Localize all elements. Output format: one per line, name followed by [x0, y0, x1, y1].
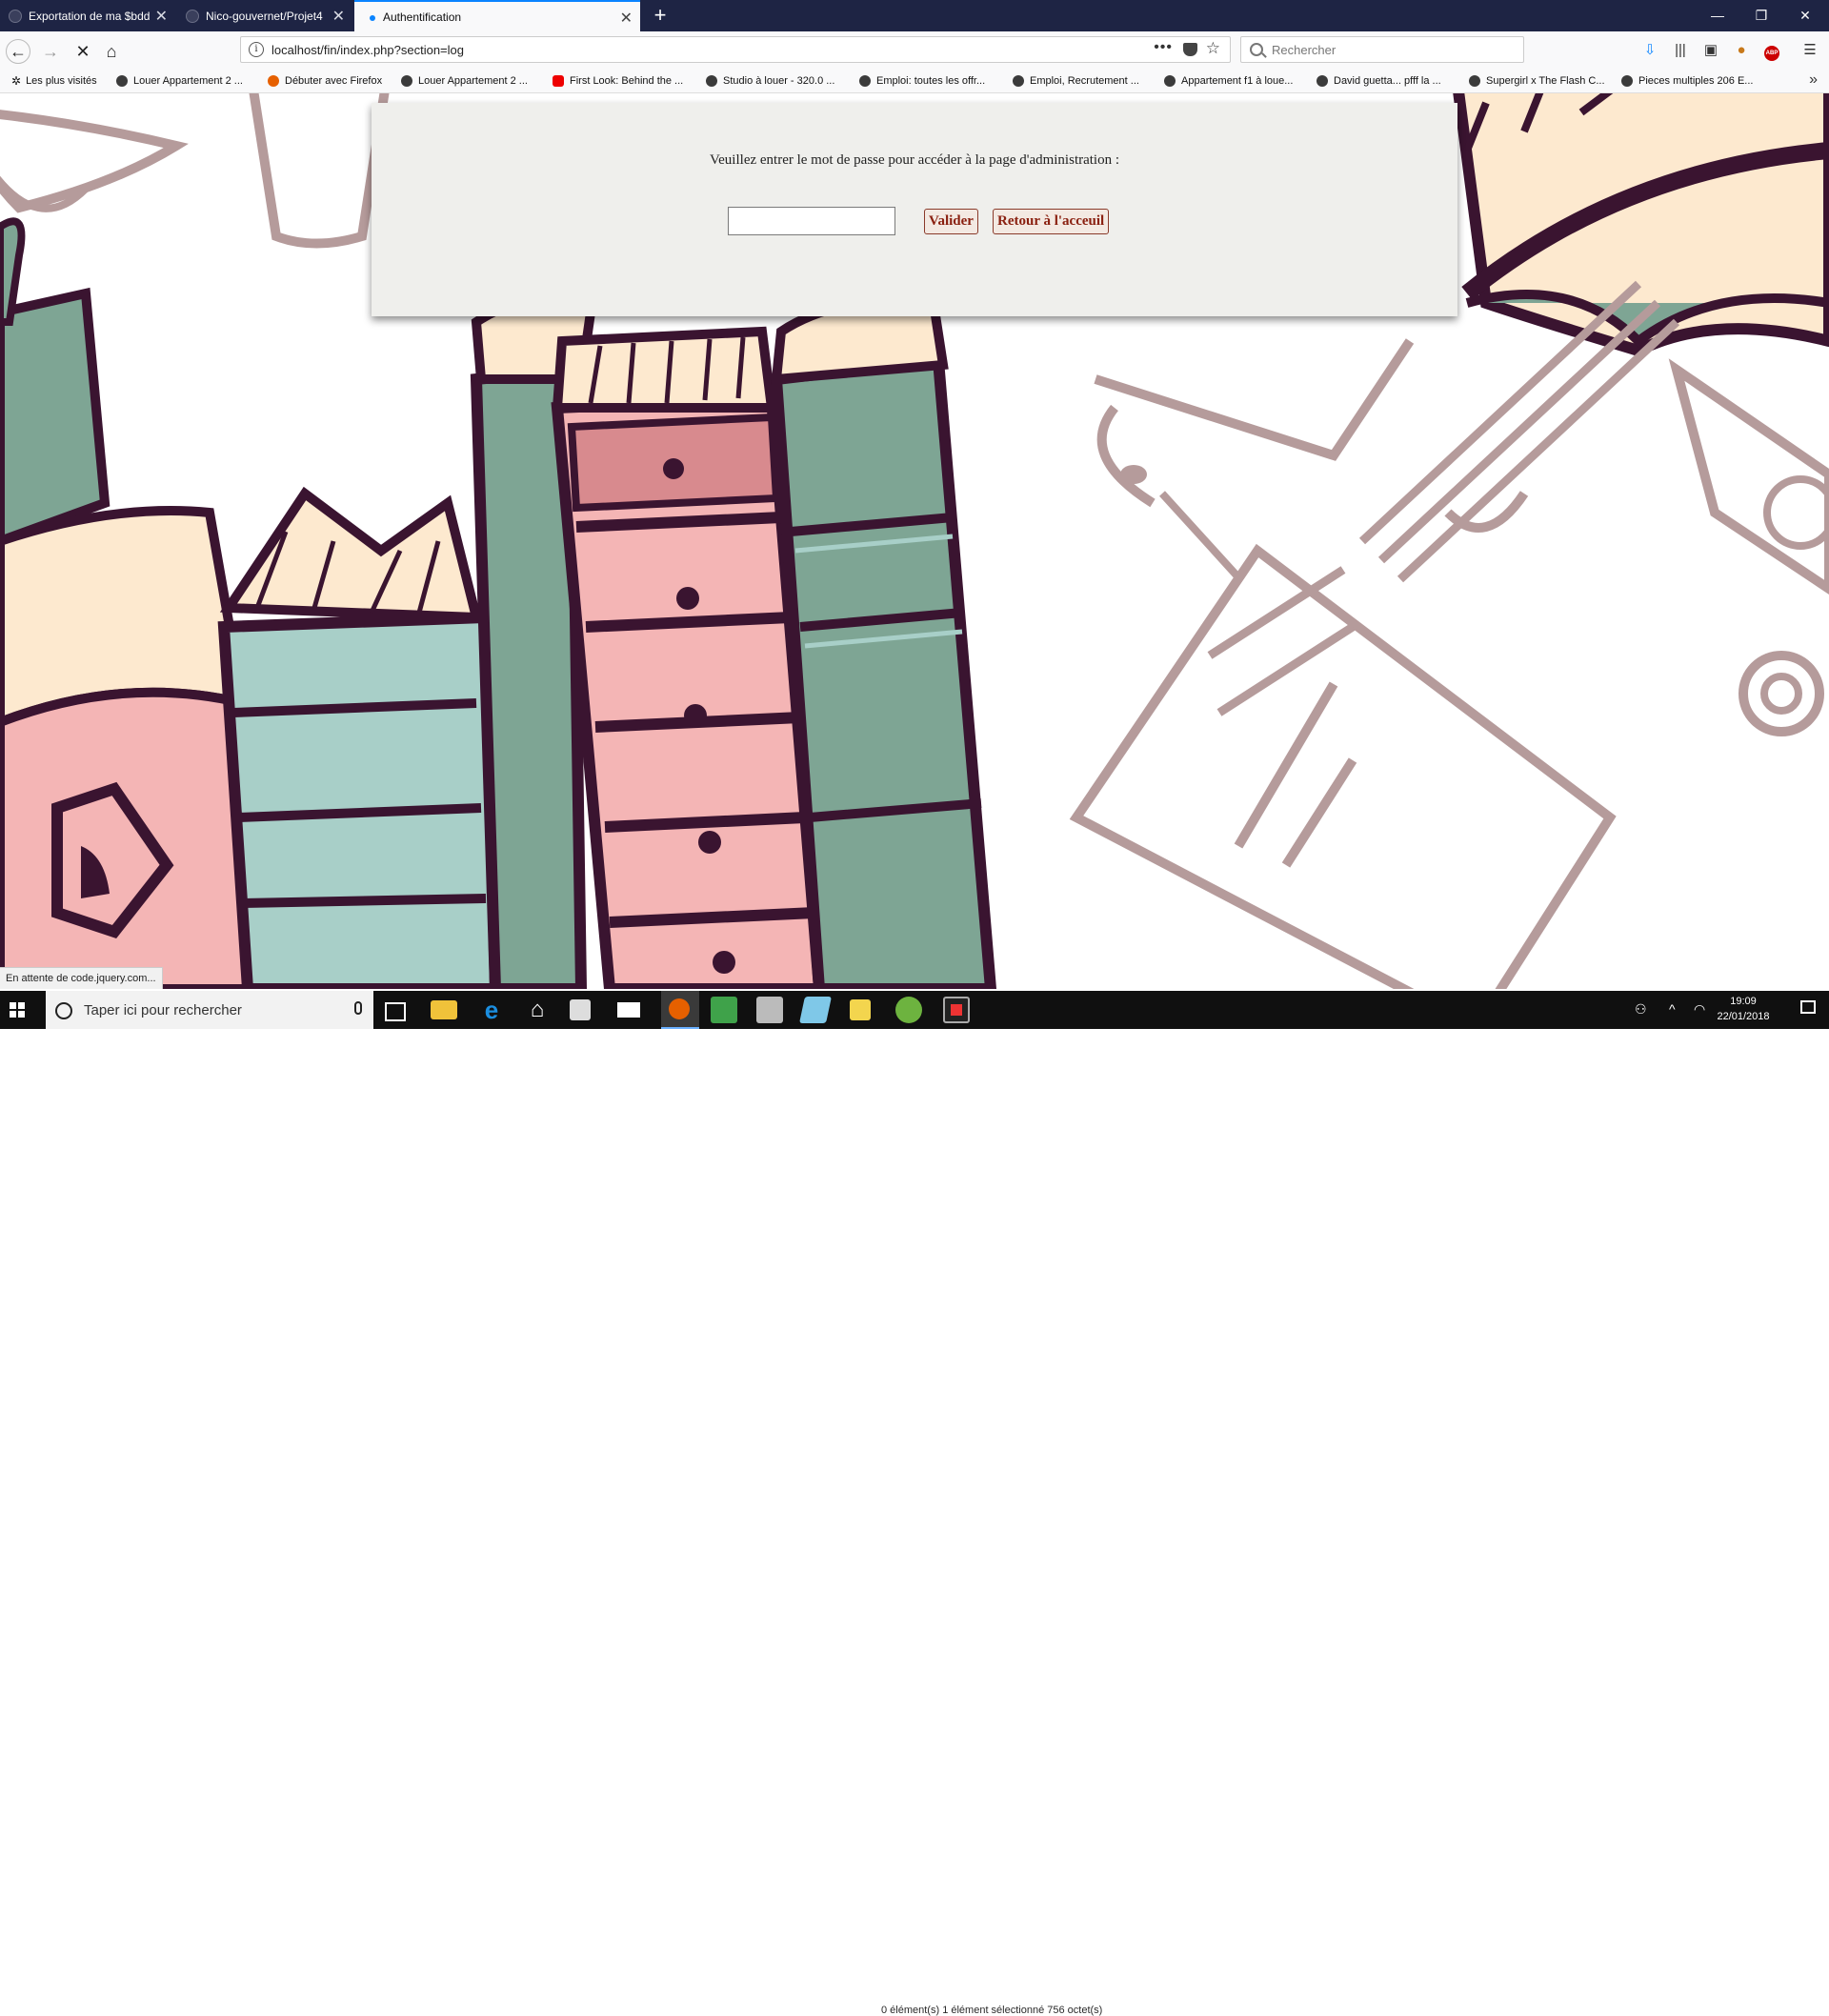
explorer-status-ghost: 0 élément(s) 1 élément sélectionné 756 o…: [881, 2005, 1103, 2016]
clock-time: 19:09: [1730, 996, 1757, 1007]
tab-label: Authentification: [383, 10, 462, 24]
bookmark-item[interactable]: Studio à louer - 320.0 ...: [706, 70, 834, 92]
cookie-extension-icon[interactable]: ●: [1730, 39, 1753, 62]
search-icon: [1250, 43, 1263, 56]
downloads-icon[interactable]: ⇩: [1638, 39, 1661, 62]
bookmark-item[interactable]: David guetta... pfff la ...: [1316, 70, 1441, 92]
colorful-app-icon[interactable]: [943, 997, 970, 1023]
money-app-icon[interactable]: [711, 997, 737, 1023]
home-button[interactable]: ⌂: [99, 39, 124, 64]
utorrent-icon[interactable]: [895, 997, 922, 1023]
bookmarks-toolbar: ✲ Les plus visités Louer Appartement 2 ..…: [0, 70, 1829, 93]
new-tab-button[interactable]: +: [648, 3, 673, 28]
globe-icon: [1469, 75, 1480, 87]
system-clock[interactable]: 19:09 22/01/2018: [1710, 994, 1777, 1024]
close-tab-icon[interactable]: ✕: [332, 7, 345, 26]
library-icon[interactable]: |||: [1669, 39, 1692, 62]
tab-strip: Exportation de ma $bdd blog.s ✕ Nico-gou…: [0, 0, 1829, 31]
close-window-button[interactable]: ✕: [1783, 0, 1827, 31]
clock-date: 22/01/2018: [1717, 1011, 1770, 1022]
home-app-icon[interactable]: ⌂: [524, 997, 551, 1023]
windows-taskbar: Taper ici pour rechercher e ⌂ 0 élément(…: [0, 991, 1829, 2016]
close-tab-icon[interactable]: ✕: [620, 9, 633, 28]
people-icon[interactable]: ⚇: [1635, 1001, 1647, 1018]
taskbar-search[interactable]: Taper ici pour rechercher: [46, 991, 373, 1029]
tab-github-projet4[interactable]: Nico-gouvernet/Projet4 ✕: [177, 0, 352, 31]
sticky-notes-icon[interactable]: [850, 999, 871, 1020]
adblock-icon[interactable]: ABP: [1760, 39, 1783, 62]
globe-icon: [1316, 75, 1328, 87]
pocket-icon[interactable]: [1183, 43, 1197, 56]
firefox-icon: [268, 75, 279, 87]
navigation-toolbar: ← → ✕ ⌂ i localhost/fin/index.php?sectio…: [0, 31, 1829, 71]
minimize-button[interactable]: —: [1696, 0, 1739, 31]
tab-authentification[interactable]: Authentification ✕: [354, 0, 640, 31]
globe-icon: [1164, 75, 1176, 87]
page-actions-icon[interactable]: •••: [1154, 39, 1173, 56]
bookmark-item[interactable]: Appartement f1 à loue...: [1164, 70, 1293, 92]
cortana-icon: [55, 1002, 72, 1019]
edge-icon[interactable]: e: [478, 997, 505, 1023]
restore-button[interactable]: ❐: [1739, 0, 1783, 31]
bookmark-star-icon[interactable]: ☆: [1206, 39, 1220, 58]
notepad-app-icon[interactable]: [799, 997, 832, 1023]
globe-icon: [116, 75, 128, 87]
url-text: localhost/fin/index.php?section=log: [271, 43, 465, 57]
tab-export[interactable]: Exportation de ma $bdd blog.s ✕: [0, 0, 175, 31]
bookmark-item[interactable]: Emploi, Recrutement ...: [1013, 70, 1139, 92]
bookmark-item[interactable]: Pieces multiples 206 E...: [1621, 70, 1753, 92]
mail-icon[interactable]: [617, 1002, 640, 1018]
status-bar: En attente de code.jquery.com...: [0, 967, 163, 989]
login-panel: Veuillez entrer le mot de passe pour acc…: [372, 103, 1457, 316]
globe-icon: [1013, 75, 1024, 87]
sidebar-icon[interactable]: ▣: [1699, 39, 1722, 62]
firefox-taskbar-icon[interactable]: [661, 991, 699, 1029]
show-hidden-icons[interactable]: ^: [1669, 1001, 1676, 1017]
gear-icon: ✲: [11, 74, 22, 88]
home-link-button[interactable]: Retour à l'acceuil: [993, 209, 1110, 234]
task-view-icon[interactable]: [385, 1002, 406, 1021]
password-prompt: Veuillez entrer le mot de passe pour acc…: [709, 152, 1120, 168]
taskbar-search-placeholder: Taper ici pour rechercher: [84, 1002, 242, 1018]
bookmark-item[interactable]: Louer Appartement 2 ...: [116, 70, 243, 92]
bookmark-item[interactable]: Débuter avec Firefox: [268, 70, 382, 92]
more-bookmarks-icon[interactable]: »: [1809, 71, 1818, 89]
youtube-icon: [553, 75, 564, 87]
url-bar[interactable]: i localhost/fin/index.php?section=log ••…: [240, 36, 1231, 63]
menu-icon[interactable]: ☰: [1799, 39, 1821, 62]
tab-label: Exportation de ma $bdd blog.s: [29, 9, 152, 23]
bookmark-item[interactable]: ✲ Les plus visités: [11, 70, 97, 92]
page-content: Veuillez entrer le mot de passe pour acc…: [0, 93, 1829, 989]
wifi-icon[interactable]: ◠: [1694, 1001, 1705, 1018]
github-icon: [9, 10, 22, 23]
microphone-icon[interactable]: [354, 1001, 362, 1015]
forward-button[interactable]: →: [38, 39, 63, 64]
globe-icon: [859, 75, 871, 87]
store-icon[interactable]: [570, 999, 591, 1020]
action-center-icon[interactable]: [1800, 1000, 1816, 1014]
windows-start-button[interactable]: [10, 1002, 25, 1018]
file-explorer-icon[interactable]: [431, 1000, 457, 1019]
back-button[interactable]: ←: [6, 39, 30, 64]
bookmark-item[interactable]: Louer Appartement 2 ...: [401, 70, 528, 92]
tab-label: Nico-gouvernet/Projet4: [206, 9, 323, 23]
stop-loading-button[interactable]: ✕: [70, 39, 95, 64]
close-tab-icon[interactable]: ✕: [155, 7, 168, 26]
photos-app-icon[interactable]: [756, 997, 783, 1023]
globe-icon: [401, 75, 412, 87]
globe-icon: [706, 75, 717, 87]
loading-dot-icon: [370, 15, 375, 21]
bookmark-item[interactable]: Emploi: toutes les offr...: [859, 70, 985, 92]
site-info-icon[interactable]: i: [249, 42, 264, 57]
globe-icon: [1621, 75, 1633, 87]
github-icon: [186, 10, 199, 23]
password-input[interactable]: [728, 207, 895, 235]
submit-button[interactable]: Valider: [924, 209, 978, 234]
search-bar[interactable]: Rechercher: [1240, 36, 1524, 63]
search-placeholder: Rechercher: [1272, 43, 1337, 57]
bookmark-item[interactable]: Supergirl x The Flash C...: [1469, 70, 1605, 92]
bookmark-item[interactable]: First Look: Behind the ...: [553, 70, 683, 92]
